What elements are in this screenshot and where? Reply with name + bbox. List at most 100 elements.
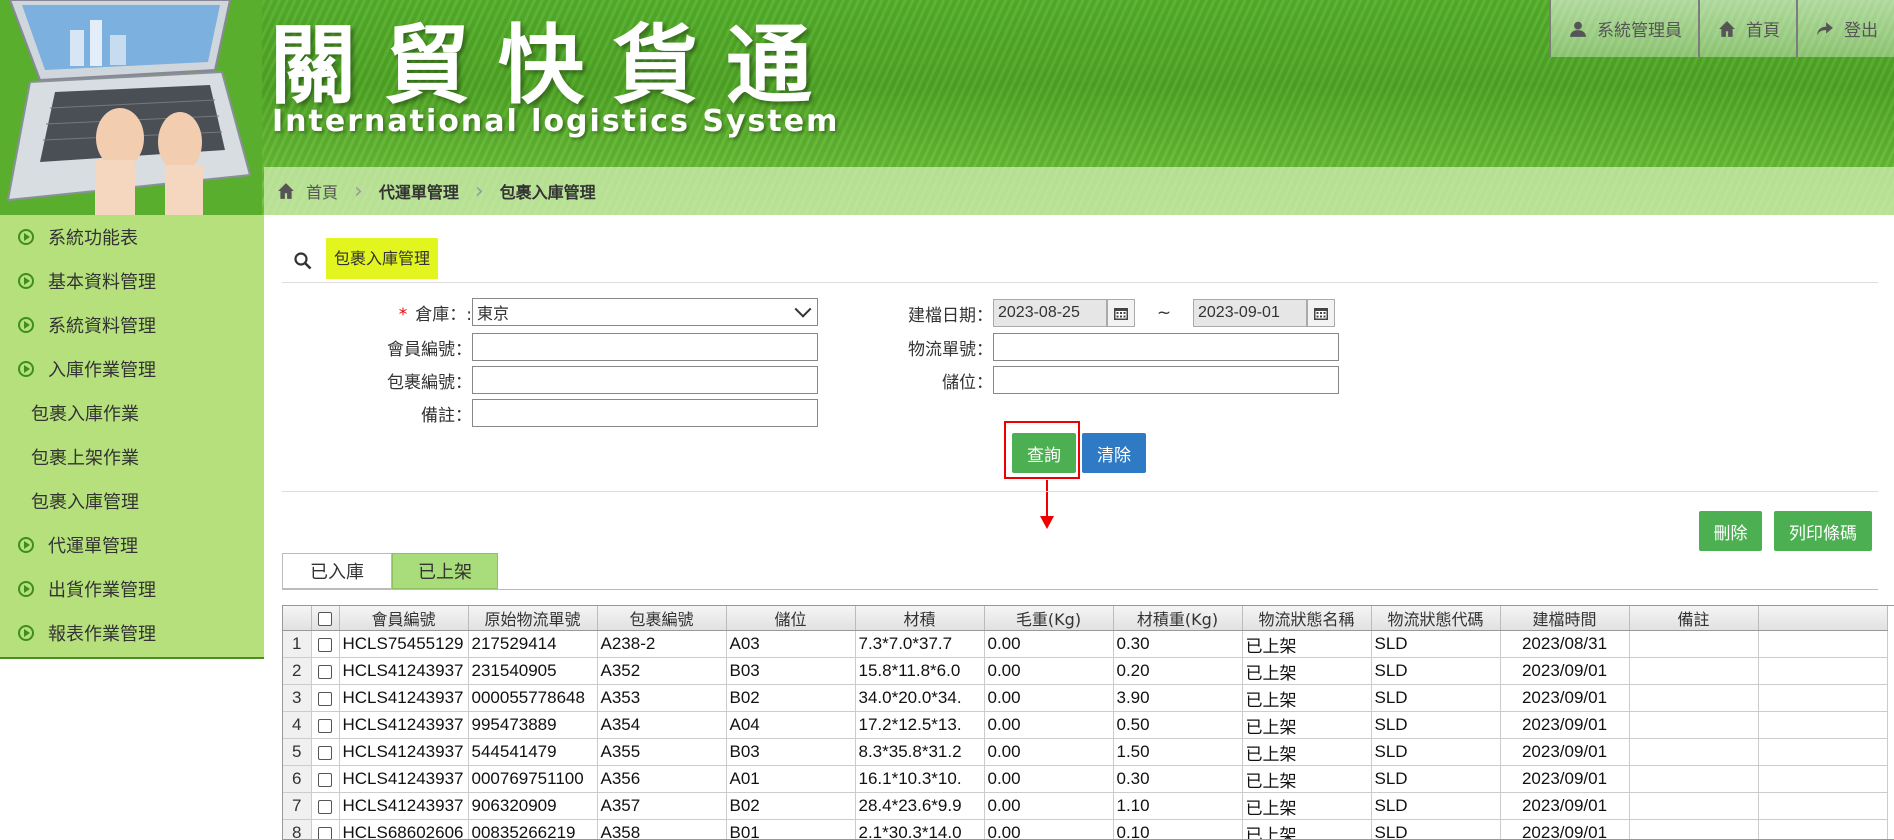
table-cell: SLD [1371, 657, 1501, 685]
col-volume[interactable]: 材積 [855, 606, 985, 631]
circle-play-icon [18, 317, 34, 333]
table-cell: A354 [597, 711, 727, 739]
logout-link[interactable]: 登出 [1796, 0, 1894, 57]
table-cell: 2023/09/01 [1500, 819, 1630, 839]
parcel-row: 包裹編號： [362, 365, 818, 395]
remark-input[interactable] [472, 399, 818, 427]
row-checkbox[interactable] [311, 819, 340, 839]
chevron-right-icon: › [354, 178, 363, 204]
col-status-code[interactable]: 物流狀態代碼 [1371, 606, 1501, 631]
table-cell: HCLS41243937 [339, 765, 469, 793]
sidebar-subitem-parcel-inbound[interactable]: 包裹入庫作業 [0, 391, 264, 435]
col-filler [1758, 606, 1888, 631]
calendar-icon[interactable] [1307, 299, 1335, 327]
table-cell: SLD [1371, 792, 1501, 820]
col-gross-weight[interactable]: 毛重(Kg) [984, 606, 1114, 631]
tab-stored[interactable]: 已入庫 [282, 553, 392, 589]
logistics-row: 物流單號： [880, 332, 1339, 362]
col-location[interactable]: 儲位 [726, 606, 856, 631]
row-number: 2 [283, 657, 312, 685]
date-from-input[interactable]: 2023-08-25 [993, 299, 1107, 327]
table-cell [1629, 738, 1759, 766]
table-cell: 2023/09/01 [1500, 765, 1630, 793]
table-row[interactable]: 8 HCLS68602606 00835266219 A358 B01 2.1*30.3*… [283, 819, 1888, 839]
table-cell-filler [1758, 630, 1888, 658]
row-number: 3 [283, 684, 312, 712]
table-cell: A353 [597, 684, 727, 712]
col-volume-weight[interactable]: 材積重(Kg) [1113, 606, 1243, 631]
sidebar-item-label: 代運單管理 [48, 536, 138, 557]
home-link[interactable]: 首頁 [1698, 0, 1796, 57]
table-row[interactable]: 2 HCLS41243937 231540905 A352 B03 15.8*11.8*6… [283, 657, 1888, 685]
col-parcel-id[interactable]: 包裹編號 [597, 606, 727, 631]
table-cell: A358 [597, 819, 727, 839]
row-checkbox[interactable] [311, 684, 340, 712]
circle-play-icon [18, 229, 34, 245]
row-number: 4 [283, 711, 312, 739]
header-banner: 關貿快貨通 International logistics System 系統管… [0, 0, 1894, 215]
row-checkbox[interactable] [311, 711, 340, 739]
row-checkbox[interactable] [311, 792, 340, 820]
calendar-icon[interactable] [1107, 299, 1135, 327]
breadcrumb-home[interactable]: 首頁 [276, 179, 338, 203]
remark-row: 備註： [362, 398, 818, 428]
location-input[interactable] [993, 366, 1339, 394]
clear-button[interactable]: 清除 [1082, 433, 1146, 473]
sidebar-item-label: 入庫作業管理 [48, 360, 156, 381]
table-cell: 已上架 [1242, 792, 1372, 820]
row-checkbox[interactable] [311, 657, 340, 685]
row-checkbox[interactable] [311, 765, 340, 793]
sidebar-item-basic-data[interactable]: 基本資料管理 [0, 259, 264, 303]
sidebar-item-inbound[interactable]: 入庫作業管理 [0, 347, 264, 391]
delete-button[interactable]: 刪除 [1699, 511, 1762, 551]
table-cell: 2023/09/01 [1500, 684, 1630, 712]
sidebar-subitem-parcel-shelving[interactable]: 包裹上架作業 [0, 435, 264, 479]
warehouse-select[interactable]: 東京 [472, 298, 818, 326]
table-cell: 0.00 [984, 630, 1114, 658]
tab-shelved[interactable]: 已上架 [392, 553, 498, 589]
logistics-number-input[interactable] [993, 333, 1339, 361]
row-checkbox[interactable] [311, 630, 340, 658]
chevron-down-icon [794, 300, 812, 318]
table-cell: 0.00 [984, 819, 1114, 839]
user-menu[interactable]: 系統管理員 [1549, 0, 1698, 57]
table-cell: 0.30 [1113, 630, 1243, 658]
table-cell-filler [1758, 819, 1888, 839]
member-id-input[interactable] [472, 333, 818, 361]
print-barcode-button[interactable]: 列印條碼 [1774, 511, 1872, 551]
select-all-checkbox[interactable] [311, 606, 340, 631]
table-cell: HCLS75455129 [339, 630, 469, 658]
table-row[interactable]: 6 HCLS41243937 000769751100 A356 A01 16.1*10.… [283, 765, 1888, 793]
table-cell: 8.3*35.8*31.2 [855, 738, 985, 766]
row-checkbox[interactable] [311, 738, 340, 766]
col-created-time[interactable]: 建檔時間 [1500, 606, 1630, 631]
breadcrumb-level1[interactable]: 代運單管理 [379, 179, 459, 203]
col-status-name[interactable]: 物流狀態名稱 [1242, 606, 1372, 631]
table-cell: 1.10 [1113, 792, 1243, 820]
sidebar-item-shipping[interactable]: 出貨作業管理 [0, 567, 264, 611]
table-cell: 231540905 [468, 657, 598, 685]
date-to-input[interactable]: 2023-09-01 [1193, 299, 1307, 327]
table-cell: 0.00 [984, 657, 1114, 685]
table-cell: 1.50 [1113, 738, 1243, 766]
table-cell [1629, 657, 1759, 685]
table-row[interactable]: 3 HCLS41243937 000055778648 A353 B02 34.0*20.… [283, 684, 1888, 712]
sidebar-item-reports[interactable]: 報表作業管理 [0, 611, 264, 655]
sidebar-item-label: 包裹上架作業 [31, 448, 139, 469]
sidebar-item-label: 包裹入庫作業 [31, 404, 139, 425]
sidebar-item-system-data[interactable]: 系統資料管理 [0, 303, 264, 347]
sidebar-item-waybill[interactable]: 代運單管理 [0, 523, 264, 567]
sidebar-subitem-parcel-manage[interactable]: 包裹入庫管理 [0, 479, 264, 523]
sidebar-item-system-menu[interactable]: 系統功能表 [0, 215, 264, 259]
col-member-id[interactable]: 會員編號 [339, 606, 469, 631]
table-cell: A01 [726, 765, 856, 793]
table-row[interactable]: 5 HCLS41243937 544541479 A355 B03 8.3*35.8*31… [283, 738, 1888, 766]
table-row[interactable]: 7 HCLS41243937 906320909 A357 B02 28.4*23.6*9… [283, 792, 1888, 820]
logout-label: 登出 [1844, 21, 1878, 41]
table-cell [1629, 711, 1759, 739]
col-original-logistics-no[interactable]: 原始物流單號 [468, 606, 598, 631]
parcel-id-input[interactable] [472, 366, 818, 394]
table-row[interactable]: 1 HCLS75455129 217529414 A238-2 A03 7.3*7.0*3… [283, 630, 1888, 658]
table-row[interactable]: 4 HCLS41243937 995473889 A354 A04 17.2*12.5*1… [283, 711, 1888, 739]
col-remark[interactable]: 備註 [1629, 606, 1759, 631]
